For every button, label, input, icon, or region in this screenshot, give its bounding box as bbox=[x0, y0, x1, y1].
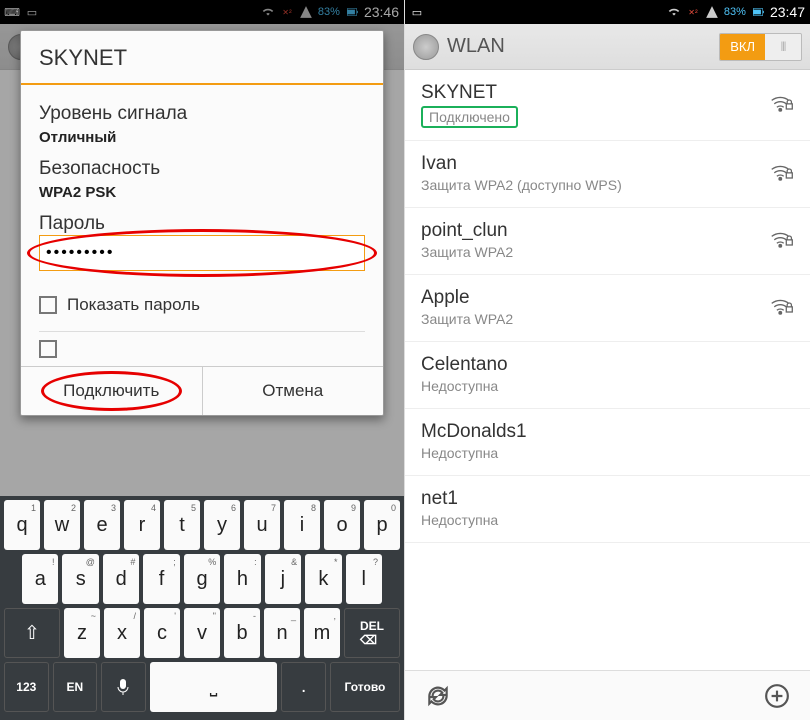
key-x[interactable]: /x bbox=[104, 608, 140, 658]
refresh-icon[interactable] bbox=[425, 683, 451, 709]
picture-icon: ▭ bbox=[410, 5, 424, 19]
key-v[interactable]: "v bbox=[184, 608, 220, 658]
wifi-item[interactable]: McDonalds1 Недоступна bbox=[405, 409, 810, 476]
key-n[interactable]: _n bbox=[264, 608, 300, 658]
delete-key[interactable]: DEL⌫ bbox=[344, 608, 400, 658]
password-label: Пароль bbox=[39, 213, 365, 235]
signal-label: Уровень сигнала bbox=[39, 103, 365, 125]
wlan-toggle[interactable]: ВКЛ ||| bbox=[719, 33, 802, 61]
dialog-title: SKYNET bbox=[21, 31, 383, 85]
key-y[interactable]: 6y bbox=[204, 500, 240, 550]
key-d[interactable]: #d bbox=[103, 554, 139, 604]
key-g[interactable]: %g bbox=[184, 554, 220, 604]
key-f[interactable]: ;f bbox=[143, 554, 179, 604]
dot-key[interactable]: . bbox=[281, 662, 326, 712]
done-key[interactable]: Готово bbox=[330, 662, 400, 712]
key-p[interactable]: 0p bbox=[364, 500, 400, 550]
wifi-item[interactable]: net1 Недоступна bbox=[405, 476, 810, 543]
wifi-status: Защита WPA2 bbox=[421, 244, 513, 260]
add-icon[interactable] bbox=[764, 683, 790, 709]
wifi-list: SKYNET Подключено Ivan Защита WPA2 (дост… bbox=[405, 70, 810, 543]
wifi-name: point_clun bbox=[421, 220, 770, 242]
key-k[interactable]: *k bbox=[305, 554, 341, 604]
connect-label: Подключить bbox=[63, 381, 159, 400]
lang-key[interactable]: EN bbox=[53, 662, 98, 712]
key-h[interactable]: :h bbox=[224, 554, 260, 604]
key-j[interactable]: &j bbox=[265, 554, 301, 604]
key-q[interactable]: 1q bbox=[4, 500, 40, 550]
gear-icon[interactable] bbox=[413, 34, 439, 60]
key-u[interactable]: 7u bbox=[244, 500, 280, 550]
wifi-name: Apple bbox=[421, 287, 770, 309]
clock: 23:47 bbox=[770, 4, 805, 20]
wifi-name: net1 bbox=[421, 488, 794, 510]
key-i[interactable]: 8i bbox=[284, 500, 320, 550]
key-a[interactable]: !a bbox=[22, 554, 58, 604]
wifi-status: Недоступна bbox=[421, 445, 498, 461]
key-c[interactable]: 'c bbox=[144, 608, 180, 658]
wlan-title: WLAN bbox=[447, 35, 505, 58]
key-l[interactable]: ?l bbox=[346, 554, 382, 604]
toggle-off-label: ||| bbox=[765, 34, 801, 60]
wifi-item[interactable]: SKYNET Подключено bbox=[405, 70, 810, 141]
toggle-on-label: ВКЛ bbox=[720, 34, 765, 60]
shift-key[interactable]: ⇧ bbox=[4, 608, 60, 658]
show-password-checkbox[interactable] bbox=[39, 296, 57, 314]
bottom-bar bbox=[405, 670, 810, 720]
key-e[interactable]: 3e bbox=[84, 500, 120, 550]
key-s[interactable]: @s bbox=[62, 554, 98, 604]
key-t[interactable]: 5t bbox=[164, 500, 200, 550]
key-o[interactable]: 9o bbox=[324, 500, 360, 550]
wifi-name: Ivan bbox=[421, 153, 770, 175]
keyboard: 1q2w3e4r5t6y7u8i9o0p !a@s#d;f%g:h&j*k?l … bbox=[0, 496, 404, 720]
wifi-icon bbox=[667, 5, 681, 19]
wifi-item[interactable]: Ivan Защита WPA2 (доступно WPS) bbox=[405, 141, 810, 208]
wifi-name: McDonalds1 bbox=[421, 421, 794, 443]
security-value: WPA2 PSK bbox=[39, 184, 365, 201]
wlan-header: WLAN ВКЛ ||| bbox=[405, 24, 810, 70]
wifi-item[interactable]: Celentano Недоступна bbox=[405, 342, 810, 409]
space-key[interactable]: ⎵ bbox=[150, 662, 278, 712]
extra-checkbox[interactable] bbox=[39, 340, 57, 358]
signal-value: Отличный bbox=[39, 129, 365, 146]
wifi-status: Недоступна bbox=[421, 378, 498, 394]
mic-key[interactable] bbox=[101, 662, 146, 712]
key-r[interactable]: 4r bbox=[124, 500, 160, 550]
wifi-status: Защита WPA2 bbox=[421, 311, 513, 327]
wifi-signal-icon bbox=[770, 162, 794, 187]
key-w[interactable]: 2w bbox=[44, 500, 80, 550]
phone-left: ⌨ ▭ ✕² 83% 23:46 WLAN SKYNET Уровень сиг… bbox=[0, 0, 405, 720]
wifi-item[interactable]: point_clun Защита WPA2 bbox=[405, 208, 810, 275]
security-label: Безопасность bbox=[39, 158, 365, 180]
key-z[interactable]: ~z bbox=[64, 608, 100, 658]
signal-icon: ✕² bbox=[686, 5, 700, 19]
password-input[interactable] bbox=[39, 235, 365, 271]
phone-right: ▭ ✕² 83% 23:47 WLAN ВКЛ ||| SKYNET bbox=[405, 0, 810, 720]
connect-button[interactable]: Подключить bbox=[21, 367, 203, 415]
key-b[interactable]: -b bbox=[224, 608, 260, 658]
wifi-status: Подключено bbox=[421, 106, 518, 128]
wifi-signal-icon bbox=[770, 93, 794, 118]
wifi-name: Celentano bbox=[421, 354, 794, 376]
wifi-name: SKYNET bbox=[421, 82, 770, 104]
wifi-status: Защита WPA2 (доступно WPS) bbox=[421, 177, 622, 193]
num-key[interactable]: 123 bbox=[4, 662, 49, 712]
battery-percent: 83% bbox=[724, 6, 746, 18]
wifi-item[interactable]: Apple Защита WPA2 bbox=[405, 275, 810, 342]
wifi-signal-icon bbox=[770, 229, 794, 254]
wifi-status: Недоступна bbox=[421, 512, 498, 528]
key-m[interactable]: ,m bbox=[304, 608, 340, 658]
show-password-label: Показать пароль bbox=[67, 295, 200, 315]
battery-icon bbox=[751, 5, 765, 19]
statusbar: ▭ ✕² 83% 23:47 bbox=[405, 0, 810, 24]
cancel-button[interactable]: Отмена bbox=[203, 367, 384, 415]
cell-icon bbox=[705, 5, 719, 19]
connect-dialog: SKYNET Уровень сигнала Отличный Безопасн… bbox=[20, 30, 384, 416]
wifi-signal-icon bbox=[770, 296, 794, 321]
